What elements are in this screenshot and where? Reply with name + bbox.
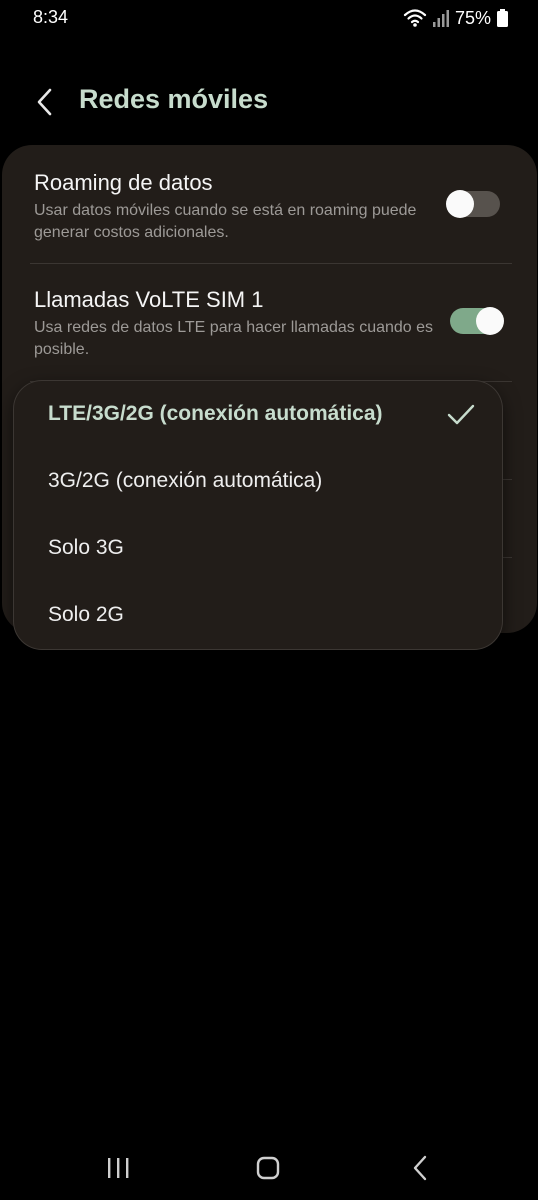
option-label: LTE/3G/2G (conexión automática) bbox=[48, 402, 383, 425]
network-mode-popup: LTE/3G/2G (conexión automática) 3G/2G (c… bbox=[14, 381, 502, 649]
network-option-3g-2g[interactable]: 3G/2G (conexión automática) bbox=[14, 449, 502, 515]
roaming-toggle[interactable] bbox=[446, 190, 500, 218]
network-option-3g-only[interactable]: Solo 3G bbox=[14, 516, 502, 582]
roaming-description: Usar datos móviles cuando se está en roa… bbox=[34, 202, 417, 241]
volte-setting-row[interactable]: Llamadas VoLTE SIM 1 Usa redes de datos … bbox=[2, 264, 537, 381]
toggle-knob bbox=[476, 307, 504, 335]
status-icons: 75% bbox=[403, 7, 508, 29]
status-bar: 8:34 75% bbox=[0, 0, 538, 36]
app-bar: Redes móviles bbox=[0, 78, 538, 126]
battery-icon bbox=[497, 9, 508, 27]
volte-toggle[interactable] bbox=[450, 307, 504, 335]
back-arrow-icon[interactable] bbox=[30, 84, 62, 120]
option-label: 3G/2G (conexión automática) bbox=[48, 469, 323, 492]
signal-icon bbox=[432, 10, 449, 27]
toggle-knob bbox=[446, 190, 474, 218]
navigation-bar bbox=[0, 1140, 538, 1196]
recents-icon[interactable] bbox=[98, 1152, 138, 1184]
wifi-icon bbox=[403, 9, 427, 27]
roaming-setting-row[interactable]: Roaming de datos Usar datos móviles cuan… bbox=[2, 145, 537, 263]
check-icon bbox=[447, 404, 475, 425]
option-label: Solo 3G bbox=[48, 536, 124, 559]
roaming-title: Roaming de datos bbox=[34, 170, 213, 195]
status-time: 8:34 bbox=[33, 7, 69, 27]
volte-description: Usa redes de datos LTE para hacer llamad… bbox=[34, 319, 434, 358]
network-option-lte-3g-2g[interactable]: LTE/3G/2G (conexión automática) bbox=[14, 382, 502, 448]
network-option-2g-only[interactable]: Solo 2G bbox=[14, 583, 502, 649]
battery-percent: 75% bbox=[454, 7, 491, 28]
home-icon[interactable] bbox=[248, 1152, 288, 1184]
volte-title: Llamadas VoLTE SIM 1 bbox=[34, 287, 264, 312]
back-icon[interactable] bbox=[400, 1152, 440, 1184]
page-title: Redes móviles bbox=[79, 84, 269, 114]
option-label: Solo 2G bbox=[48, 603, 124, 626]
